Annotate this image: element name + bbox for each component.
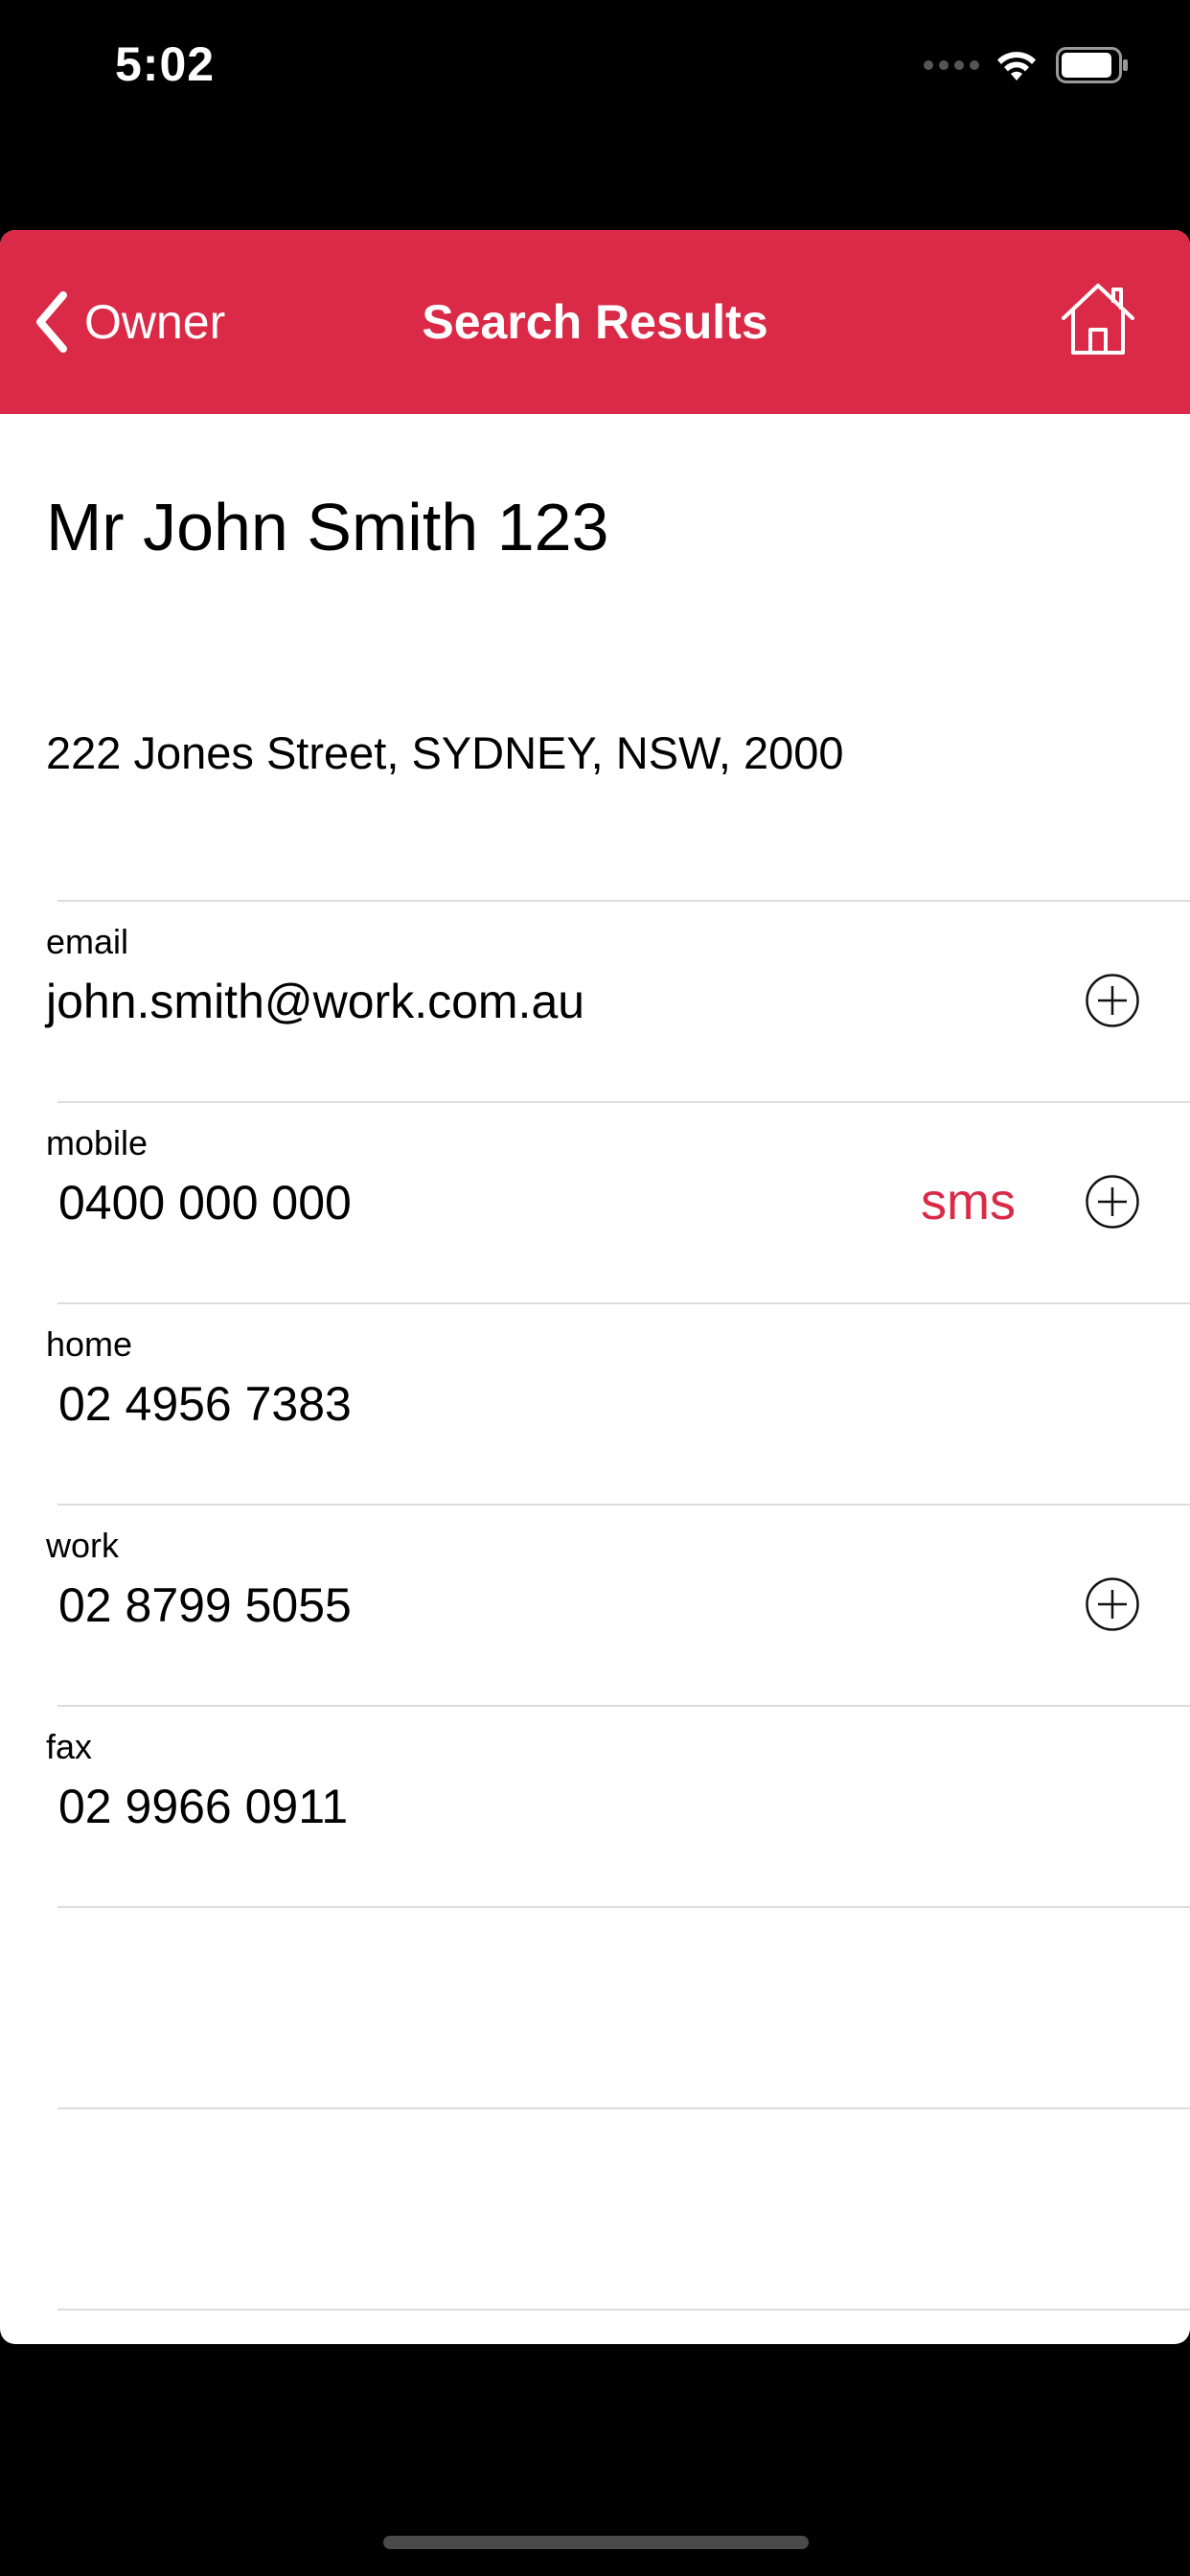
home-phone-label: home xyxy=(46,1324,133,1364)
work-phone-value[interactable]: 02 8799 5055 xyxy=(58,1577,352,1633)
status-time: 5:02 xyxy=(115,37,216,91)
wifi-icon xyxy=(997,52,1036,80)
back-button[interactable]: Owner xyxy=(33,230,225,414)
add-work-plus-circle-icon[interactable] xyxy=(1085,1576,1140,1632)
work-phone-label: work xyxy=(46,1526,120,1565)
cellular-signal-icon xyxy=(924,60,979,70)
house-icon[interactable] xyxy=(1058,278,1138,358)
email-label: email xyxy=(46,922,129,961)
sms-button[interactable]: sms xyxy=(921,1172,1016,1231)
status-bar: 5:02 xyxy=(0,0,1190,134)
fax-label: fax xyxy=(46,1727,93,1766)
back-label: Owner xyxy=(84,295,226,349)
divider xyxy=(57,1504,1190,1506)
divider xyxy=(57,1302,1190,1304)
chevron-left-icon xyxy=(36,291,67,353)
divider xyxy=(57,1101,1190,1103)
mobile-label: mobile xyxy=(46,1123,149,1162)
add-email-plus-circle-icon[interactable] xyxy=(1085,973,1140,1028)
status-icons xyxy=(924,42,1129,88)
add-mobile-plus-circle-icon[interactable] xyxy=(1085,1174,1140,1230)
fax-value[interactable]: 02 9966 0911 xyxy=(58,1779,348,1834)
divider xyxy=(57,1705,1190,1707)
owner-address: 222 Jones Street, SYDNEY, NSW, 2000 xyxy=(46,727,844,778)
email-value[interactable]: john.smith@work.com.au xyxy=(46,974,584,1029)
phone-screen: 5:02 Owner Search Results Mr John Smith … xyxy=(0,0,1190,2576)
divider xyxy=(57,1906,1190,1908)
divider xyxy=(57,900,1190,902)
battery-icon xyxy=(1056,47,1128,83)
home-phone-value[interactable]: 02 4956 7383 xyxy=(58,1376,352,1432)
divider xyxy=(57,2309,1190,2311)
home-indicator[interactable] xyxy=(383,2536,809,2549)
divider xyxy=(57,2107,1190,2109)
navigation-bar: Owner Search Results xyxy=(0,230,1190,414)
owner-name: Mr John Smith 123 xyxy=(46,490,609,564)
app-card: Owner Search Results Mr John Smith 123 2… xyxy=(0,230,1190,2344)
mobile-value[interactable]: 0400 000 000 xyxy=(58,1175,352,1230)
